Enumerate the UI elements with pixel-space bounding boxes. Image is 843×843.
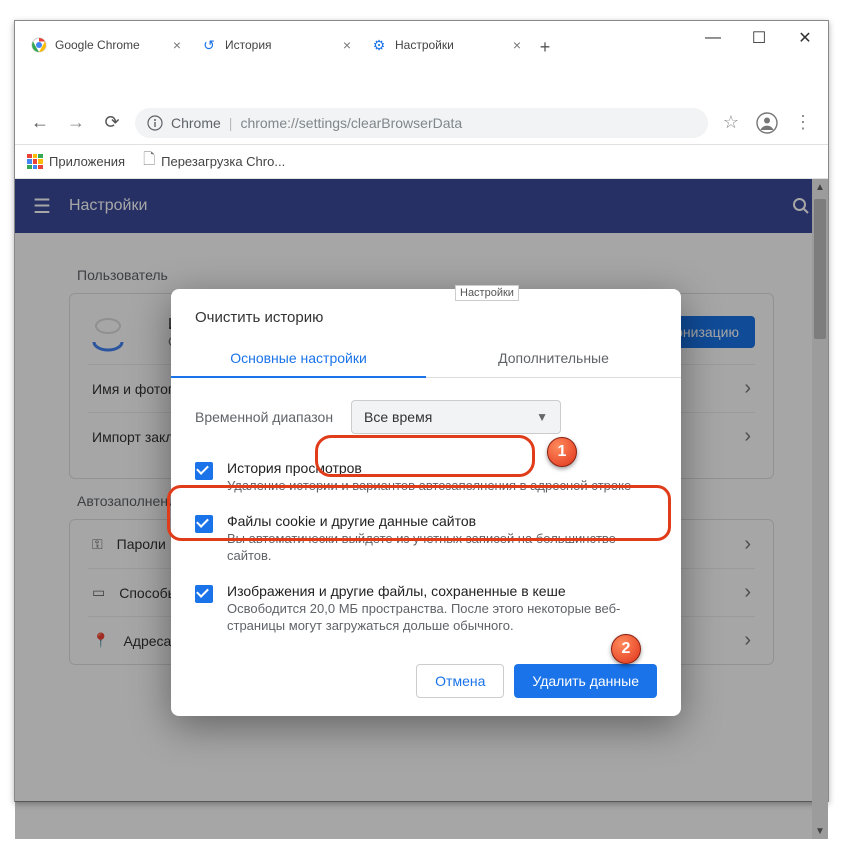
tab-close-icon[interactable]: ×	[173, 37, 181, 53]
toolbar: ← → ⟳ Chrome | chrome://settings/clearBr…	[15, 101, 828, 145]
tab-label: Google Chrome	[55, 38, 140, 52]
tab-history[interactable]: ↺ История ×	[191, 29, 361, 61]
bookmarks-bar: Приложения 🗋 Перезагрузка Chro...	[15, 145, 828, 179]
option-title: Изображения и другие файлы, сохраненные …	[227, 583, 657, 599]
chrome-icon	[31, 37, 47, 53]
time-range-row: Временной диапазон Все время ▼	[195, 400, 657, 434]
clear-data-dialog: Настройки Очистить историю Основные наст…	[171, 289, 681, 716]
page-content: ☰ Настройки Пользователь Интеллектуальны…	[15, 179, 828, 839]
url-path: chrome://settings/clearBrowserData	[240, 115, 462, 131]
site-info-icon[interactable]	[147, 115, 163, 131]
tab-tooltip: Настройки	[455, 285, 519, 301]
tab-google-chrome[interactable]: Google Chrome ×	[21, 29, 191, 61]
tab-close-icon[interactable]: ×	[513, 37, 521, 53]
tab-label: История	[225, 38, 272, 52]
option-desc: Освободится 20,0 МБ пространства. После …	[227, 601, 657, 635]
page-icon: 🗋	[143, 149, 155, 174]
dialog-tabs: Основные настройки Дополнительные	[171, 340, 681, 378]
option-title: Файлы cookie и другие данные сайтов	[227, 513, 657, 529]
history-icon: ↺	[201, 37, 217, 53]
chevron-down-icon: ▼	[536, 410, 548, 424]
clear-data-button[interactable]: Удалить данные	[514, 664, 657, 698]
option-desc: Удаление истории и вариантов автозаполне…	[227, 478, 631, 495]
forward-button: →	[63, 110, 89, 136]
tab-strip: Google Chrome × ↺ История × ⚙ Настройки …	[15, 25, 688, 61]
bookmark-star-icon[interactable]: ☆	[718, 110, 744, 136]
tab-label: Настройки	[395, 38, 454, 52]
reload-button[interactable]: ⟳	[99, 110, 125, 136]
account-icon[interactable]	[754, 110, 780, 136]
dialog-actions: Отмена Удалить данные	[171, 650, 681, 698]
back-button[interactable]: ←	[27, 110, 53, 136]
cancel-button[interactable]: Отмена	[416, 664, 504, 698]
menu-kebab-icon[interactable]: ⋮	[790, 110, 816, 136]
apps-label: Приложения	[49, 154, 125, 169]
tab-advanced[interactable]: Дополнительные	[426, 340, 681, 378]
tab-close-icon[interactable]: ×	[343, 37, 351, 53]
browser-window: — ☐ ✕ Google Chrome × ↺ История × ⚙ Наст…	[14, 20, 829, 802]
option-cookies[interactable]: Файлы cookie и другие данные сайтов Вы а…	[195, 505, 657, 575]
dialog-title: Очистить историю	[171, 289, 681, 340]
checkbox-checked[interactable]	[195, 462, 213, 480]
tab-basic[interactable]: Основные настройки	[171, 340, 426, 378]
address-bar[interactable]: Chrome | chrome://settings/clearBrowserD…	[135, 108, 708, 138]
select-value: Все время	[364, 409, 432, 425]
tab-settings[interactable]: ⚙ Настройки ×	[361, 29, 531, 61]
minimize-button[interactable]: —	[690, 25, 736, 51]
option-history[interactable]: История просмотров Удаление истории и ва…	[195, 452, 657, 505]
apps-shortcut[interactable]: Приложения	[27, 154, 125, 170]
close-window-button[interactable]: ✕	[782, 25, 828, 51]
option-cache[interactable]: Изображения и другие файлы, сохраненные …	[195, 575, 657, 645]
checkbox-checked[interactable]	[195, 585, 213, 603]
time-range-label: Временной диапазон	[195, 409, 333, 425]
time-range-select[interactable]: Все время ▼	[351, 400, 561, 434]
bookmark-item[interactable]: 🗋 Перезагрузка Chro...	[143, 149, 285, 174]
option-desc: Вы автоматически выйдете из учетных запи…	[227, 531, 657, 565]
url-host: Chrome	[171, 115, 221, 131]
settings-gear-icon: ⚙	[371, 37, 387, 53]
new-tab-button[interactable]: +	[531, 33, 559, 61]
apps-grid-icon	[27, 154, 43, 170]
annotation-badge-1: 1	[547, 437, 577, 467]
bookmark-label: Перезагрузка Chro...	[161, 154, 285, 169]
dialog-body: Временной диапазон Все время ▼ История п…	[171, 378, 681, 650]
checkbox-checked[interactable]	[195, 515, 213, 533]
maximize-button[interactable]: ☐	[736, 25, 782, 51]
